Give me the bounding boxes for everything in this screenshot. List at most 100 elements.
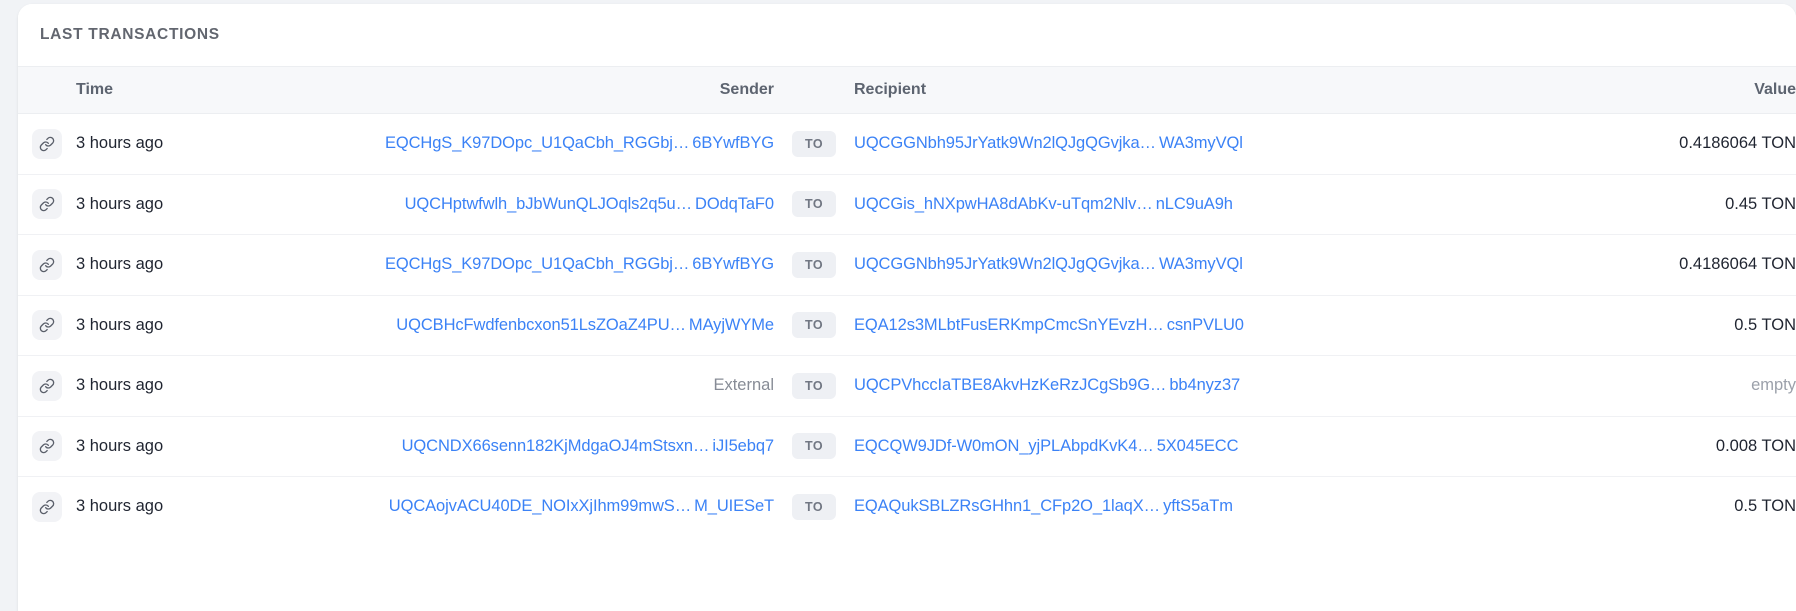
recipient-address-head: EQA12s3MLbtFusERKmpCmcSnYEvzH… bbox=[854, 315, 1164, 334]
recipient-address-link[interactable]: UQCGGNbh95JrYatk9Wn2lQJgQGvjka… WA3myVQl bbox=[854, 134, 1243, 152]
recipient-address-head: EQCQW9JDf-W0mON_yjPLAbpdKvK4… bbox=[854, 436, 1154, 455]
sender-cell[interactable]: UQCBHcFwdfenbcxon51LsZOaZ4PU… MAyjWYMe bbox=[304, 295, 774, 356]
column-header-sender: Sender bbox=[719, 81, 774, 98]
recipient-address-link[interactable]: UQCPVhccIaTBE8AkvHzKeRzJCgSb9G… bb4nyz37 bbox=[854, 376, 1240, 394]
table-header: Time Sender Recipient Value bbox=[18, 66, 1796, 114]
link-icon[interactable] bbox=[32, 491, 62, 522]
sender-external-label: External bbox=[713, 376, 774, 395]
transactions-table: Time Sender Recipient Value 3 hours ago E… bbox=[18, 66, 1796, 537]
table-row[interactable]: 3 hours ago External TO UQCPVhccIaTBE8AkvHz… bbox=[18, 356, 1796, 417]
sender-address-tail: M_UIESeT bbox=[694, 497, 774, 516]
value-amount: 0.5 TON bbox=[1734, 315, 1796, 334]
recipient-cell[interactable]: UQCGis_hNXpwHA8dAbKv-uTqm2Nlv… nLC9uA9h bbox=[854, 174, 1474, 235]
sender-address-head: UQCNDX66senn182KjMdgaOJ4mStsxn… bbox=[401, 436, 710, 455]
sender-address-head: UQCHptwfwlh_bJbWunQLJOqls2q5u… bbox=[404, 194, 693, 213]
sender-cell[interactable]: UQCAojvACU40DE_NOIxXjIhm99mwS… M_UIESeT bbox=[304, 477, 774, 537]
link-icon[interactable] bbox=[32, 249, 62, 280]
sender-address-link[interactable]: UQCBHcFwdfenbcxon51LsZOaZ4PU… MAyjWYMe bbox=[396, 316, 774, 334]
page-title: LAST TRANSACTIONS bbox=[40, 26, 220, 43]
recipient-cell[interactable]: EQCQW9JDf-W0mON_yjPLAbpdKvK4… 5X045ECC bbox=[854, 416, 1474, 477]
recipient-address-tail: csnPVLU0 bbox=[1166, 315, 1244, 334]
table-row[interactable]: 3 hours ago EQCHgS_K97DOpc_U1QaCbh_RGGbj…… bbox=[18, 114, 1796, 175]
value-amount: 0.008 TON bbox=[1715, 436, 1796, 455]
table-header-row: Time Sender Recipient Value bbox=[18, 66, 1796, 114]
transaction-value: 0.4186064 TON bbox=[1474, 235, 1796, 296]
sender-address-tail: 6BYwfBYG bbox=[692, 134, 774, 153]
recipient-cell[interactable]: UQCGGNbh95JrYatk9Wn2lQJgQGvjka… WA3myVQl bbox=[854, 235, 1474, 296]
link-icon[interactable] bbox=[32, 189, 62, 220]
recipient-address-link[interactable]: EQCQW9JDf-W0mON_yjPLAbpdKvK4… 5X045ECC bbox=[854, 436, 1239, 455]
sender-cell[interactable]: EQCHgS_K97DOpc_U1QaCbh_RGGbj… 6BYwfBYG bbox=[304, 235, 774, 296]
sender-address-head: UQCBHcFwdfenbcxon51LsZOaZ4PU… bbox=[396, 315, 686, 334]
status-badge: TO bbox=[792, 191, 836, 218]
sender-address-link[interactable]: UQCNDX66senn182KjMdgaOJ4mStsxn… iJI5ebq7 bbox=[402, 437, 774, 455]
table-row[interactable]: 3 hours ago UQCAojvACU40DE_NOIxXjIhm99mwS… bbox=[18, 477, 1796, 537]
transaction-value: 0.008 TON bbox=[1474, 416, 1796, 477]
direction-cell: TO bbox=[774, 235, 854, 296]
column-header-recipient: Recipient bbox=[854, 81, 927, 98]
value-amount: 0.4186064 TON bbox=[1679, 134, 1796, 153]
direction-cell: TO bbox=[774, 114, 854, 175]
recipient-address-link[interactable]: UQCGis_hNXpwHA8dAbKv-uTqm2Nlv… nLC9uA9h bbox=[854, 195, 1233, 213]
recipient-address-head: UQCPVhccIaTBE8AkvHzKeRzJCgSb9G… bbox=[854, 376, 1167, 395]
link-icon[interactable] bbox=[32, 310, 62, 341]
recipient-address-tail: WA3myVQl bbox=[1158, 134, 1243, 153]
link-icon[interactable] bbox=[32, 128, 62, 159]
transaction-link-cell[interactable] bbox=[18, 235, 76, 296]
sender-cell[interactable]: UQCHptwfwlh_bJbWunQLJOqls2q5u… DOdqTaF0 bbox=[304, 174, 774, 235]
value-amount: 0.5 TON bbox=[1734, 497, 1796, 516]
transaction-link-cell[interactable] bbox=[18, 416, 76, 477]
value-amount: 0.45 TON bbox=[1725, 194, 1796, 213]
transaction-time: 3 hours ago bbox=[76, 134, 164, 153]
sender-address-link[interactable]: UQCAojvACU40DE_NOIxXjIhm99mwS… M_UIESeT bbox=[389, 497, 774, 515]
column-header-direction bbox=[774, 67, 854, 114]
transaction-value: 0.4186064 TON bbox=[1474, 114, 1796, 175]
sender-address-head: EQCHgS_K97DOpc_U1QaCbh_RGGbj… bbox=[384, 255, 690, 274]
sender-cell[interactable]: UQCNDX66senn182KjMdgaOJ4mStsxn… iJI5ebq7 bbox=[304, 416, 774, 477]
transaction-time: 3 hours ago bbox=[76, 194, 164, 213]
direction-cell: TO bbox=[774, 356, 854, 417]
recipient-cell[interactable]: EQAQukSBLZRsGHhn1_CFp2O_1laqX… yftS5aTm bbox=[854, 477, 1474, 537]
direction-cell: TO bbox=[774, 295, 854, 356]
link-icon[interactable] bbox=[32, 431, 62, 462]
transaction-link-cell[interactable] bbox=[18, 356, 76, 417]
sender-address-tail: 6BYwfBYG bbox=[692, 255, 774, 274]
sender-cell[interactable]: EQCHgS_K97DOpc_U1QaCbh_RGGbj… 6BYwfBYG bbox=[304, 114, 774, 175]
table-row[interactable]: 3 hours ago UQCNDX66senn182KjMdgaOJ4mStsx… bbox=[18, 416, 1796, 477]
recipient-cell[interactable]: UQCGGNbh95JrYatk9Wn2lQJgQGvjka… WA3myVQl bbox=[854, 114, 1474, 175]
transaction-link-cell[interactable] bbox=[18, 295, 76, 356]
link-icon[interactable] bbox=[32, 370, 62, 401]
recipient-address-tail: 5X045ECC bbox=[1156, 436, 1239, 455]
column-header-time: Time bbox=[76, 81, 114, 98]
transaction-value: empty bbox=[1474, 356, 1796, 417]
transaction-link-cell[interactable] bbox=[18, 114, 76, 175]
status-badge: TO bbox=[792, 130, 836, 157]
recipient-cell[interactable]: UQCPVhccIaTBE8AkvHzKeRzJCgSb9G… bb4nyz37 bbox=[854, 356, 1474, 417]
column-header-value: Value bbox=[1754, 81, 1796, 98]
recipient-address-tail: yftS5aTm bbox=[1163, 497, 1233, 516]
recipient-cell[interactable]: EQA12s3MLbtFusERKmpCmcSnYEvzH… csnPVLU0 bbox=[854, 295, 1474, 356]
page-root: LAST TRANSACTIONS Time Sender Recipient … bbox=[0, 0, 1796, 611]
sender-address-link[interactable]: EQCHgS_K97DOpc_U1QaCbh_RGGbj… 6BYwfBYG bbox=[385, 255, 774, 273]
value-empty-label: empty bbox=[1751, 376, 1796, 395]
recipient-address-link[interactable]: EQA12s3MLbtFusERKmpCmcSnYEvzH… csnPVLU0 bbox=[854, 316, 1244, 334]
direction-cell: TO bbox=[774, 174, 854, 235]
transaction-time: 3 hours ago bbox=[76, 436, 164, 455]
status-badge: TO bbox=[792, 372, 836, 399]
sender-address-head: UQCAojvACU40DE_NOIxXjIhm99mwS… bbox=[388, 497, 692, 516]
recipient-address-head: UQCGis_hNXpwHA8dAbKv-uTqm2Nlv… bbox=[854, 194, 1153, 213]
sender-cell: External bbox=[304, 356, 774, 417]
table-row[interactable]: 3 hours ago UQCBHcFwdfenbcxon51LsZOaZ4PU…… bbox=[18, 295, 1796, 356]
table-row[interactable]: 3 hours ago UQCHptwfwlh_bJbWunQLJOqls2q5u… bbox=[18, 174, 1796, 235]
sender-address-link[interactable]: EQCHgS_K97DOpc_U1QaCbh_RGGbj… 6BYwfBYG bbox=[385, 134, 774, 152]
status-badge: TO bbox=[792, 312, 836, 339]
sender-address-link[interactable]: UQCHptwfwlh_bJbWunQLJOqls2q5u… DOdqTaF0 bbox=[405, 195, 774, 213]
recipient-address-link[interactable]: UQCGGNbh95JrYatk9Wn2lQJgQGvjka… WA3myVQl bbox=[854, 255, 1243, 273]
transaction-link-cell[interactable] bbox=[18, 477, 76, 537]
recipient-address-link[interactable]: EQAQukSBLZRsGHhn1_CFp2O_1laqX… yftS5aTm bbox=[854, 497, 1233, 515]
table-row[interactable]: 3 hours ago EQCHgS_K97DOpc_U1QaCbh_RGGbj…… bbox=[18, 235, 1796, 296]
table-body: 3 hours ago EQCHgS_K97DOpc_U1QaCbh_RGGbj…… bbox=[18, 114, 1796, 537]
last-transactions-card: LAST TRANSACTIONS Time Sender Recipient … bbox=[18, 4, 1796, 611]
sender-address-tail: DOdqTaF0 bbox=[695, 194, 774, 213]
transaction-link-cell[interactable] bbox=[18, 174, 76, 235]
